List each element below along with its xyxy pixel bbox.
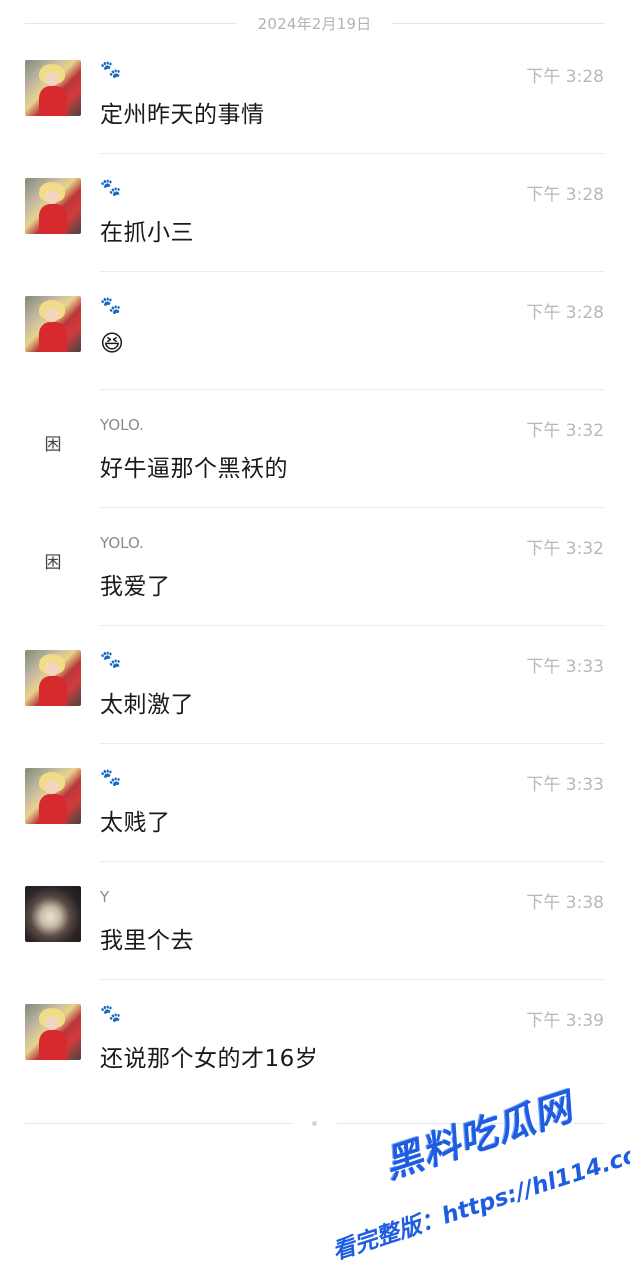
sender-name: 🐾 [100,178,122,198]
sender-name: YOLO. [100,534,144,552]
sender-name: 🐾 [100,296,122,316]
avatar[interactable] [25,1004,81,1060]
message-item[interactable]: 🐾 下午 3:28 在抓小三 [0,154,630,272]
message-item[interactable]: 🐾 下午 3:28 😆 [0,272,630,390]
message-text: 太贱了 [100,810,171,836]
avatar[interactable] [25,178,81,234]
sender-name: YOLO. [100,416,144,434]
message-time: 下午 3:38 [526,893,604,913]
sender-name: 🐾 [100,768,122,788]
message-text: 我里个去 [100,928,194,954]
message-list: 🐾 下午 3:28 定州昨天的事情 🐾 下午 3:28 在抓小三 🐾 下午 3:… [0,36,630,1098]
message-time: 下午 3:28 [526,67,604,87]
message-time: 下午 3:32 [526,539,604,559]
message-text: 我爱了 [100,574,171,600]
message-item[interactable]: 困 YOLO. 下午 3:32 好牛逼那个黑袄的 [0,390,630,508]
watermark-url: 看完整版：https://hl114.com [329,1134,630,1266]
sender-name: 🐾 [100,60,122,80]
avatar[interactable] [25,60,81,116]
divider-dot [312,1121,317,1126]
avatar[interactable] [25,650,81,706]
message-item[interactable]: 困 YOLO. 下午 3:32 我爱了 [0,508,630,626]
message-item[interactable]: 🐾 下午 3:28 定州昨天的事情 [0,36,630,154]
avatar[interactable] [25,296,81,352]
avatar[interactable]: 困 [25,414,81,470]
message-time: 下午 3:28 [526,185,604,205]
sender-name: Y [100,888,110,906]
divider-line [25,23,237,24]
message-item[interactable]: 🐾 下午 3:33 太刺激了 [0,626,630,744]
avatar[interactable]: 困 [25,532,81,588]
watermark: 黑料吃瓜网 看完整版：https://hl114.com [320,1080,630,1270]
end-divider [0,1115,630,1135]
avatar[interactable] [25,886,81,942]
message-time: 下午 3:28 [526,303,604,323]
message-text: 好牛逼那个黑袄的 [100,456,288,482]
message-time: 下午 3:33 [526,657,604,677]
message-item[interactable]: 🐾 下午 3:33 太贱了 [0,744,630,862]
divider-line [392,23,605,24]
date-label: 2024年2月19日 [257,15,372,33]
divider-line [25,1123,293,1124]
message-text: 太刺激了 [100,692,194,718]
sender-name: 🐾 [100,1004,122,1024]
message-time: 下午 3:39 [526,1011,604,1031]
message-text: 😆 [100,331,125,357]
avatar[interactable] [25,768,81,824]
sender-name: 🐾 [100,650,122,670]
message-item[interactable]: 🐾 下午 3:39 还说那个女的才16岁 [0,980,630,1098]
message-text: 还说那个女的才16岁 [100,1046,319,1072]
message-text: 在抓小三 [100,220,194,246]
message-time: 下午 3:32 [526,421,604,441]
divider-line [337,1123,605,1124]
message-time: 下午 3:33 [526,775,604,795]
message-item[interactable]: Y 下午 3:38 我里个去 [0,862,630,980]
message-text: 定州昨天的事情 [100,102,265,128]
